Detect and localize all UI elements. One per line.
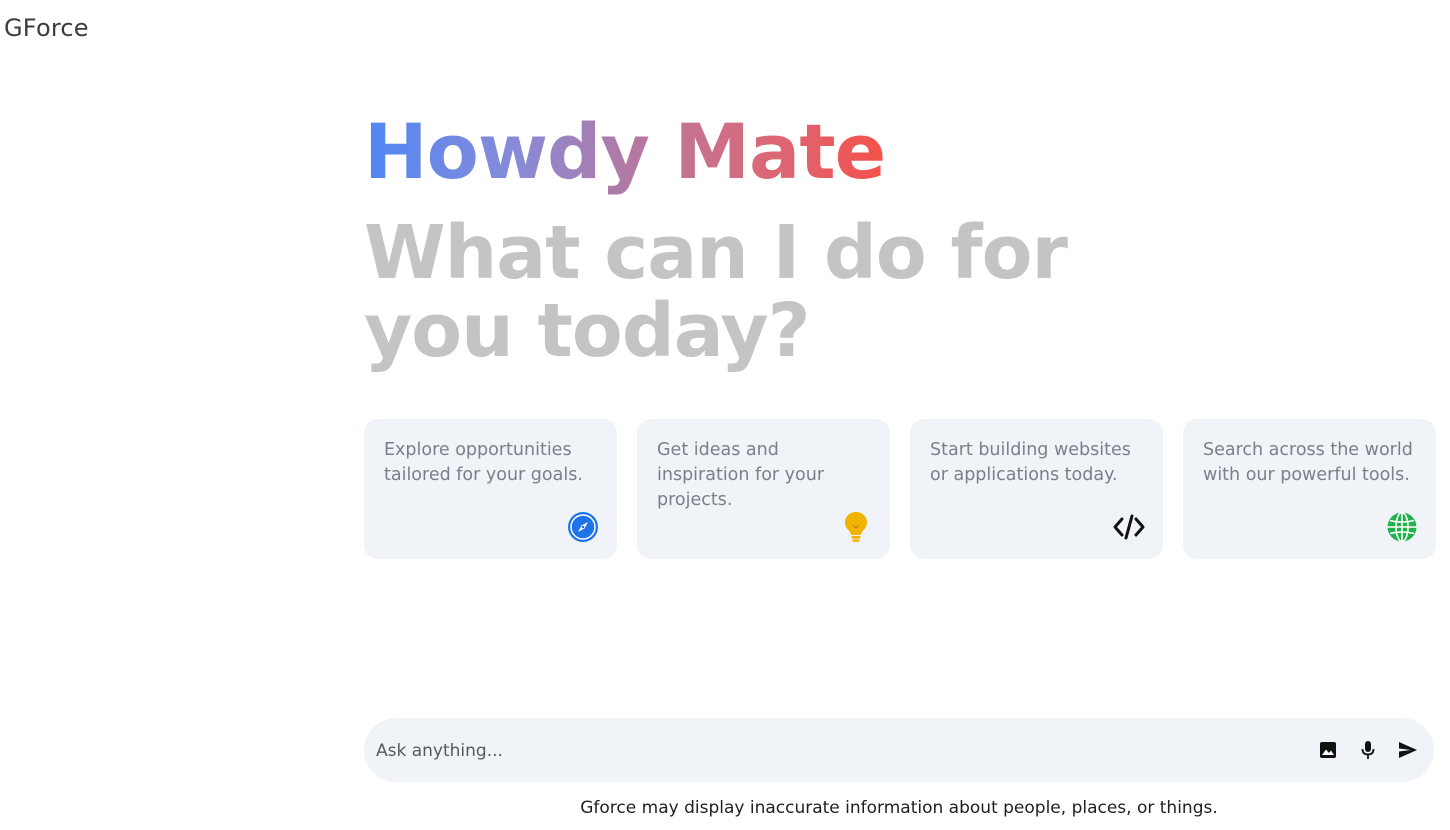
compass-icon: [567, 511, 599, 543]
prompt-actions: [1316, 738, 1420, 762]
prompt-input[interactable]: [374, 718, 1278, 784]
subheading: What can I do for you today?: [364, 210, 1068, 374]
suggestion-card-search[interactable]: Search across the world with our powerfu…: [1183, 419, 1436, 559]
code-icon: [1113, 511, 1145, 543]
suggestion-cards: Explore opportunities tailored for your …: [364, 419, 1436, 559]
suggestion-card-build[interactable]: Start building websites or applications …: [910, 419, 1163, 559]
greeting-heading: Howdy Mate: [364, 104, 886, 200]
card-text: Get ideas and inspiration for your proje…: [657, 440, 825, 510]
disclaimer-text: Gforce may display inaccurate informatio…: [580, 798, 1218, 818]
image-icon[interactable]: [1316, 738, 1340, 762]
lightbulb-icon: [840, 511, 872, 543]
card-text: Start building websites or applications …: [930, 440, 1131, 485]
send-icon[interactable]: [1396, 738, 1420, 762]
suggestion-card-ideas[interactable]: Get ideas and inspiration for your proje…: [637, 419, 890, 559]
card-text: Search across the world with our powerfu…: [1203, 440, 1413, 485]
globe-icon: [1386, 511, 1418, 543]
microphone-icon[interactable]: [1356, 738, 1380, 762]
app-title: GForce: [4, 14, 89, 42]
card-text: Explore opportunities tailored for your …: [384, 440, 583, 485]
suggestion-card-explore[interactable]: Explore opportunities tailored for your …: [364, 419, 617, 559]
prompt-bar: [364, 718, 1434, 784]
